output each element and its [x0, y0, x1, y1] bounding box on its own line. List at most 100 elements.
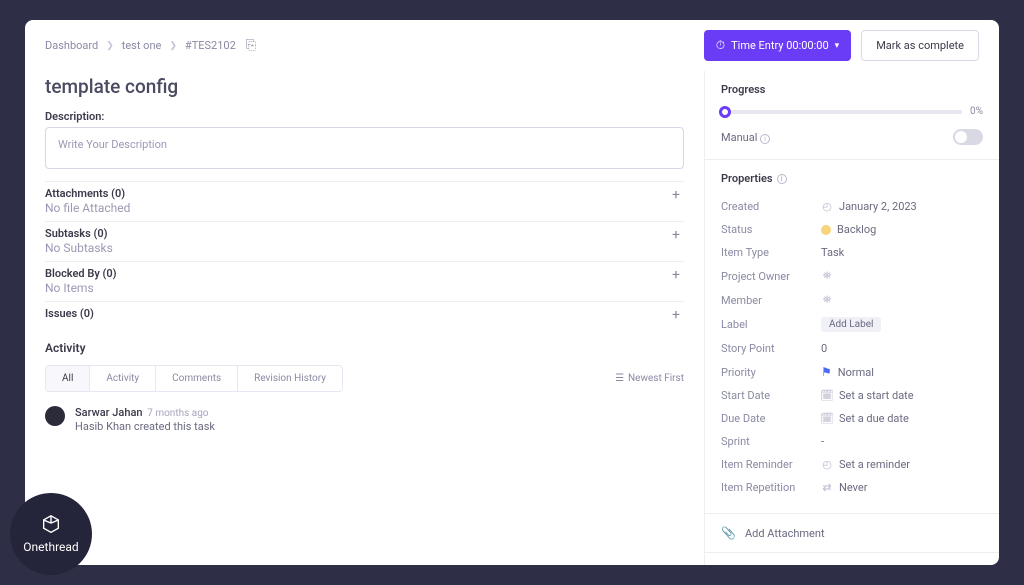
slider-thumb[interactable] — [719, 106, 731, 118]
add-attachment-icon[interactable]: + — [668, 187, 684, 203]
prop-repetition-label: Item Repetition — [721, 481, 821, 494]
content-body: template config Description: Write Your … — [25, 71, 999, 565]
topbar-actions: Time Entry 00:00:00 ▾ Mark as complete — [704, 30, 979, 61]
blocked-by-empty: No Items — [45, 281, 117, 295]
clock-icon — [716, 38, 725, 53]
prop-member-value[interactable]: ⛯ — [821, 293, 983, 307]
avatar[interactable] — [45, 406, 65, 426]
prop-sprint-label: Sprint — [721, 435, 821, 448]
topbar: Dashboard ❯ test one ❯ #TES2102 ⎘ Time E… — [25, 20, 999, 71]
description-label: Description: — [45, 110, 684, 123]
task-title[interactable]: template config — [45, 75, 684, 98]
activity-tabrow: All Activity Comments Revision History ☰… — [45, 365, 684, 392]
attachment-icon: 📎 — [721, 526, 735, 540]
brand-badge: Onethread — [10, 493, 92, 575]
tab-comments[interactable]: Comments — [156, 365, 238, 392]
description-input[interactable]: Write Your Description — [45, 127, 684, 169]
add-issue-icon[interactable]: + — [668, 307, 684, 323]
prop-type-label: Item Type — [721, 246, 821, 259]
add-attachment-label: Add Attachment — [745, 527, 825, 540]
time-entry-button[interactable]: Time Entry 00:00:00 ▾ — [704, 30, 851, 61]
prop-member-label: Member — [721, 294, 821, 307]
prop-start-date-label: Start Date — [721, 389, 821, 402]
main-panel: template config Description: Write Your … — [25, 71, 704, 565]
calendar-icon: 🗓 — [821, 412, 833, 425]
chevron-right-icon: ❯ — [106, 41, 114, 51]
app-window: Dashboard ❯ test one ❯ #TES2102 ⎘ Time E… — [25, 20, 999, 565]
add-attachment-button[interactable]: 📎 Add Attachment — [705, 514, 999, 553]
prop-repetition-value[interactable]: ⇄Never — [821, 481, 983, 494]
user-icon: ⛯ — [821, 293, 833, 307]
prop-status-value[interactable]: Backlog — [821, 223, 983, 236]
prop-story-label: Story Point — [721, 342, 821, 355]
sort-icon: ☰ — [615, 373, 624, 384]
chevron-right-icon: ❯ — [169, 41, 177, 51]
prop-status-label: Status — [721, 223, 821, 236]
prop-priority-value[interactable]: ⚑Normal — [821, 365, 983, 379]
breadcrumb-project[interactable]: test one — [122, 39, 162, 52]
attachments-section: Attachments (0) No file Attached + — [45, 181, 684, 221]
blocked-by-header: Blocked By (0) — [45, 267, 117, 280]
tab-activity[interactable]: Activity — [90, 365, 156, 392]
manual-toggle[interactable] — [953, 129, 983, 145]
info-icon[interactable]: i — [777, 174, 787, 184]
activity-item: Sarwar Jahan 7 months ago Hasib Khan cre… — [45, 406, 684, 433]
mark-complete-button[interactable]: Mark as complete — [861, 30, 979, 61]
blocked-by-section: Blocked By (0) No Items + — [45, 261, 684, 301]
activity-title: Activity — [45, 341, 684, 355]
attachments-header: Attachments (0) — [45, 187, 130, 200]
activity-text: Hasib Khan created this task — [75, 420, 215, 433]
issues-header: Issues (0) — [45, 307, 94, 320]
brand-logo-icon — [40, 514, 62, 536]
subtasks-section: Subtasks (0) No Subtasks + — [45, 221, 684, 261]
prop-owner-label: Project Owner — [721, 270, 821, 283]
add-subtask-icon[interactable]: + — [668, 227, 684, 243]
prop-due-date-value[interactable]: 🗓Set a due date — [821, 412, 983, 425]
prop-due-date-label: Due Date — [721, 412, 821, 425]
prop-owner-value[interactable]: ⛯ — [821, 269, 983, 283]
add-blocker-icon[interactable]: + — [668, 267, 684, 283]
time-entry-label: Time Entry 00:00:00 — [731, 39, 829, 52]
calendar-icon: 🗓 — [821, 389, 833, 402]
copy-link-icon[interactable]: ⎘ — [246, 38, 256, 53]
add-link-button[interactable]: 🔗 Add Link — [705, 553, 999, 565]
chevron-down-icon: ▾ — [835, 41, 840, 51]
prop-start-date-value[interactable]: 🗓Set a start date — [821, 389, 983, 402]
prop-priority-label: Priority — [721, 366, 821, 379]
subtasks-header: Subtasks (0) — [45, 227, 113, 240]
progress-header: Progress — [721, 83, 983, 96]
info-icon[interactable]: i — [760, 134, 770, 144]
progress-percent: 0% — [970, 106, 983, 117]
prop-reminder-value[interactable]: ◴Set a reminder — [821, 458, 983, 471]
prop-type-value[interactable]: Task — [821, 246, 983, 259]
prop-sprint-value[interactable]: - — [821, 435, 983, 448]
tab-all[interactable]: All — [45, 365, 90, 392]
progress-slider[interactable] — [721, 110, 962, 114]
user-icon: ⛯ — [821, 269, 833, 283]
add-label-button[interactable]: Add Label — [821, 317, 881, 332]
breadcrumb-dashboard[interactable]: Dashboard — [45, 39, 98, 52]
issues-section: Issues (0) + — [45, 301, 684, 329]
activity-section: Activity All Activity Comments Revision … — [45, 341, 684, 433]
prop-created-label: Created — [721, 200, 821, 213]
clock-icon: ◴ — [821, 458, 833, 471]
manual-label: Manual i — [721, 131, 770, 144]
prop-label-label: Label — [721, 318, 821, 331]
breadcrumb: Dashboard ❯ test one ❯ #TES2102 ⎘ — [45, 38, 256, 53]
repeat-icon: ⇄ — [821, 481, 833, 494]
properties-header: Properties i — [721, 172, 983, 185]
prop-reminder-label: Item Reminder — [721, 458, 821, 471]
activity-timestamp: 7 months ago — [147, 408, 208, 419]
flag-icon: ⚑ — [821, 365, 832, 379]
brand-name: Onethread — [23, 540, 78, 554]
attachments-empty: No file Attached — [45, 201, 130, 215]
tab-revision-history[interactable]: Revision History — [238, 365, 343, 392]
prop-story-value[interactable]: 0 — [821, 342, 983, 355]
prop-created-value[interactable]: ◴January 2, 2023 — [821, 200, 983, 213]
sort-label: Newest First — [628, 373, 684, 384]
breadcrumb-task-id[interactable]: #TES2102 — [185, 39, 236, 52]
sort-button[interactable]: ☰ Newest First — [615, 373, 684, 384]
clock-icon: ◴ — [821, 200, 833, 213]
status-dot-icon — [821, 225, 831, 235]
activity-user: Sarwar Jahan — [75, 406, 143, 419]
